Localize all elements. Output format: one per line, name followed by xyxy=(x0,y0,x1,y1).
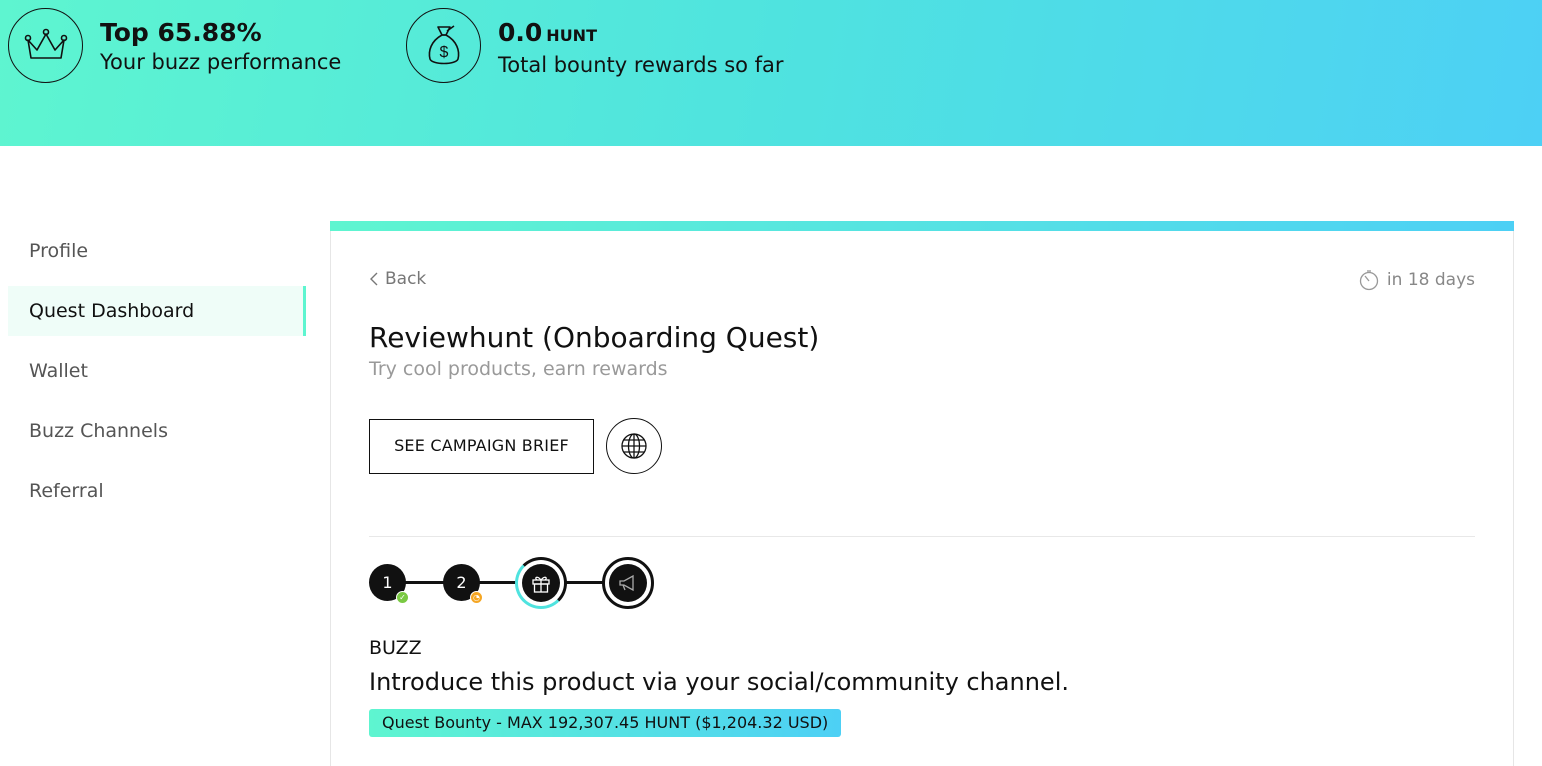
money-bag-icon: $ xyxy=(406,8,481,83)
sidebar-item-wallet[interactable]: Wallet xyxy=(8,346,306,396)
sidebar-nav: Profile Quest Dashboard Wallet Buzz Chan… xyxy=(8,226,306,526)
stats-banner: Top 65.88% Your buzz performance $ 0.0 HU… xyxy=(0,0,1542,146)
performance-value: Top 65.88% xyxy=(100,18,262,47)
globe-icon xyxy=(621,433,647,459)
step-2-label: 2 xyxy=(456,573,467,592)
back-link[interactable]: Back xyxy=(369,269,426,289)
svg-text:$: $ xyxy=(439,44,448,61)
step-2[interactable]: 2 ◔ xyxy=(443,564,483,604)
rewards-label: Total bounty rewards so far xyxy=(498,53,784,77)
crown-icon xyxy=(8,8,83,83)
step-label: BUZZ xyxy=(369,637,422,659)
time-remaining: in 18 days xyxy=(1358,269,1475,291)
chevron-left-icon xyxy=(370,272,378,286)
sidebar-item-profile[interactable]: Profile xyxy=(8,226,306,276)
back-label: Back xyxy=(385,269,427,289)
megaphone-icon xyxy=(619,574,634,592)
rewards-value: 0.0 xyxy=(498,18,543,47)
step-3[interactable] xyxy=(515,557,567,609)
time-remaining-label: in 18 days xyxy=(1386,270,1475,290)
see-campaign-brief-button[interactable]: SEE CAMPAIGN BRIEF xyxy=(369,419,594,474)
check-icon: ✓ xyxy=(396,591,409,604)
sidebar-item-buzz-channels[interactable]: Buzz Channels xyxy=(8,406,306,456)
card-accent-bar xyxy=(330,221,1514,231)
sidebar-item-referral[interactable]: Referral xyxy=(8,466,306,516)
quest-bounty-badge: Quest Bounty - MAX 192,307.45 HUNT ($1,2… xyxy=(369,709,842,737)
step-1[interactable]: 1 ✓ xyxy=(369,564,409,604)
gift-icon xyxy=(532,576,550,593)
rewards-stat: $ 0.0 HUNT Total bounty rewards so far xyxy=(406,8,784,83)
step-1-label: 1 xyxy=(382,573,393,592)
rewards-unit: HUNT xyxy=(546,26,597,45)
timer-icon xyxy=(1359,270,1379,291)
quest-card: Back in 18 days Reviewhunt (Onboarding Q… xyxy=(330,221,1514,766)
pending-icon: ◔ xyxy=(470,591,483,604)
quest-subtitle: Try cool products, earn rewards xyxy=(369,358,668,380)
section-divider xyxy=(369,536,1475,537)
performance-label: Your buzz performance xyxy=(100,50,342,74)
performance-stat: Top 65.88% Your buzz performance xyxy=(8,8,341,83)
step-connector xyxy=(399,581,449,584)
quest-progress-steps: 1 ✓ 2 ◔ xyxy=(369,556,669,611)
quest-title: Reviewhunt (Onboarding Quest) xyxy=(369,321,820,354)
sidebar-item-quest-dashboard[interactable]: Quest Dashboard xyxy=(8,286,306,336)
website-button[interactable] xyxy=(606,418,662,474)
step-4[interactable] xyxy=(602,557,654,609)
step-description: Introduce this product via your social/c… xyxy=(369,668,1069,696)
